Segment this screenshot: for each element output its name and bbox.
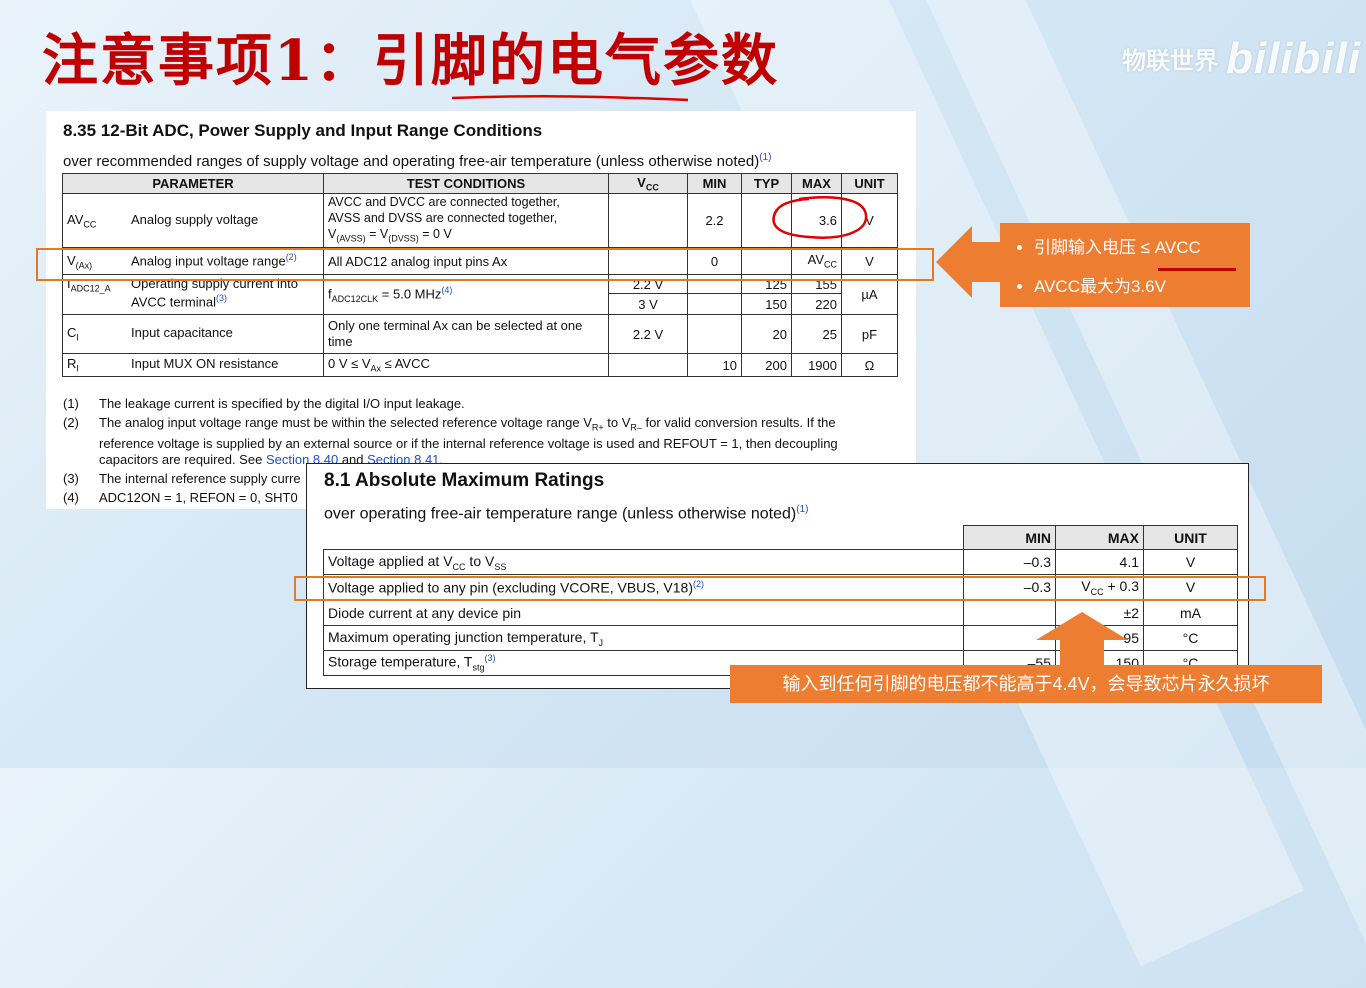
col-header-test-conditions: TEST CONDITIONS [323,173,609,194]
param-cell: CI Input capacitance [62,314,324,354]
typ-cell: 200 [741,353,792,377]
min-cell [687,314,742,354]
callout-bullet: AVCC最大为3.6V [1034,272,1250,297]
max-cell: 1900 [791,353,842,377]
param-cell: Maximum operating junction temperature, … [323,625,964,651]
unit-cell: °C [1143,625,1238,651]
max-rating-warning-callout: 输入到任何引脚的电压都不能高于4.4V，会导致芯片永久损坏 [730,665,1322,703]
footnote-ref: (1) [796,504,809,515]
col-header-parameter [323,525,964,550]
footnote: (1) The leakage current is specified by t… [63,396,465,411]
up-arrow-icon [1036,612,1128,668]
table-row-mux-resistance: RI Input MUX ON resistance 0 V ≤ VAx ≤ AV… [62,353,898,377]
vcc-cell [608,353,688,377]
condition-cell: AVCC and DVCC are connected together, AV… [323,193,609,248]
condition-cell: 0 V ≤ VAx ≤ AVCC [323,353,609,377]
unit-cell: mA [1143,599,1238,626]
col-header-min: MIN [963,525,1056,550]
min-cell [687,293,742,315]
max-cell: 25 [791,314,842,354]
typ-cell: 20 [741,314,792,354]
abs-section-heading: 8.1 Absolute Maximum Ratings [324,470,605,491]
col-header-typ: TYP [741,173,792,194]
param-symbol: CI [67,325,79,343]
vcc-cell: 2.2 V [608,314,688,354]
table-header-row: PARAMETER TEST CONDITIONS VCC MIN TYP MA… [62,173,898,194]
bilibili-logo: bilibili [1226,34,1362,83]
col-header-unit: UNIT [841,173,898,194]
vcc-cell: 3 V [608,293,688,315]
col-header-parameter: PARAMETER [62,173,324,194]
pin-voltage-callout: 引脚输入电压 ≤ AVCC AVCC最大为3.6V [1000,223,1250,307]
typ-cell: 150 [741,293,792,315]
max-cell: 220 [791,293,842,315]
vcc-cell [608,193,688,248]
title-underline-annotation [451,94,689,102]
left-arrow-icon [936,226,1002,298]
table-row-vcc-to-vss: Voltage applied at VCC to VSS –0.3 4.1 V [323,549,1238,575]
min-cell: –0.3 [963,549,1056,575]
param-cell: RI Input MUX ON resistance [62,353,324,377]
table-row-input-capacitance: CI Input capacitance Only one terminal Ax… [62,314,898,354]
min-cell: 10 [687,353,742,377]
col-header-vcc: VCC [608,173,688,194]
min-cell: 2.2 [687,193,742,248]
param-symbol: RI [67,356,79,374]
col-header-max: MAX [791,173,842,194]
adc-section-heading: 8.35 12-Bit ADC, Power Supply and Input … [63,121,543,140]
col-header-unit: UNIT [1143,525,1238,550]
footnote: (2) The analog input voltage range must b… [63,415,838,467]
param-cell: Diode current at any device pin [323,599,964,626]
adc-section-subheading: over recommended ranges of supply voltag… [63,152,772,170]
watermark-text: 物联世界 [1122,48,1218,75]
param-cell: Voltage applied at VCC to VSS [323,549,964,575]
col-header-max: MAX [1055,525,1144,550]
unit-cell: pF [841,314,898,354]
param-symbol: AVCC [67,211,97,230]
table-header-row: MIN MAX UNIT [323,525,1238,550]
slide-title: 注意事项1：引脚的电气参数 [42,28,779,94]
callout-underline-annotation [1158,268,1236,271]
col-header-min: MIN [687,173,742,194]
unit-cell: V [1143,549,1238,575]
condition-cell: Only one terminal Ax can be selected at … [323,314,609,354]
analog-input-highlight-box [36,248,934,281]
adc-conditions-datasheet: 8.35 12-Bit ADC, Power Supply and Input … [46,111,916,509]
any-pin-voltage-highlight-box [294,576,1266,601]
unit-cell: Ω [841,353,898,377]
max-cell: 4.1 [1055,549,1144,575]
param-cell: AVCC Analog supply voltage [62,193,324,248]
watermark: 物联世界 bilibili [1122,34,1361,84]
abs-section-subheading: over operating free-air temperature rang… [324,504,809,523]
footnote-ref: (1) [759,152,772,163]
max-value-circle-annotation [772,196,868,239]
callout-bullet: 引脚输入电压 ≤ AVCC [1034,233,1250,258]
